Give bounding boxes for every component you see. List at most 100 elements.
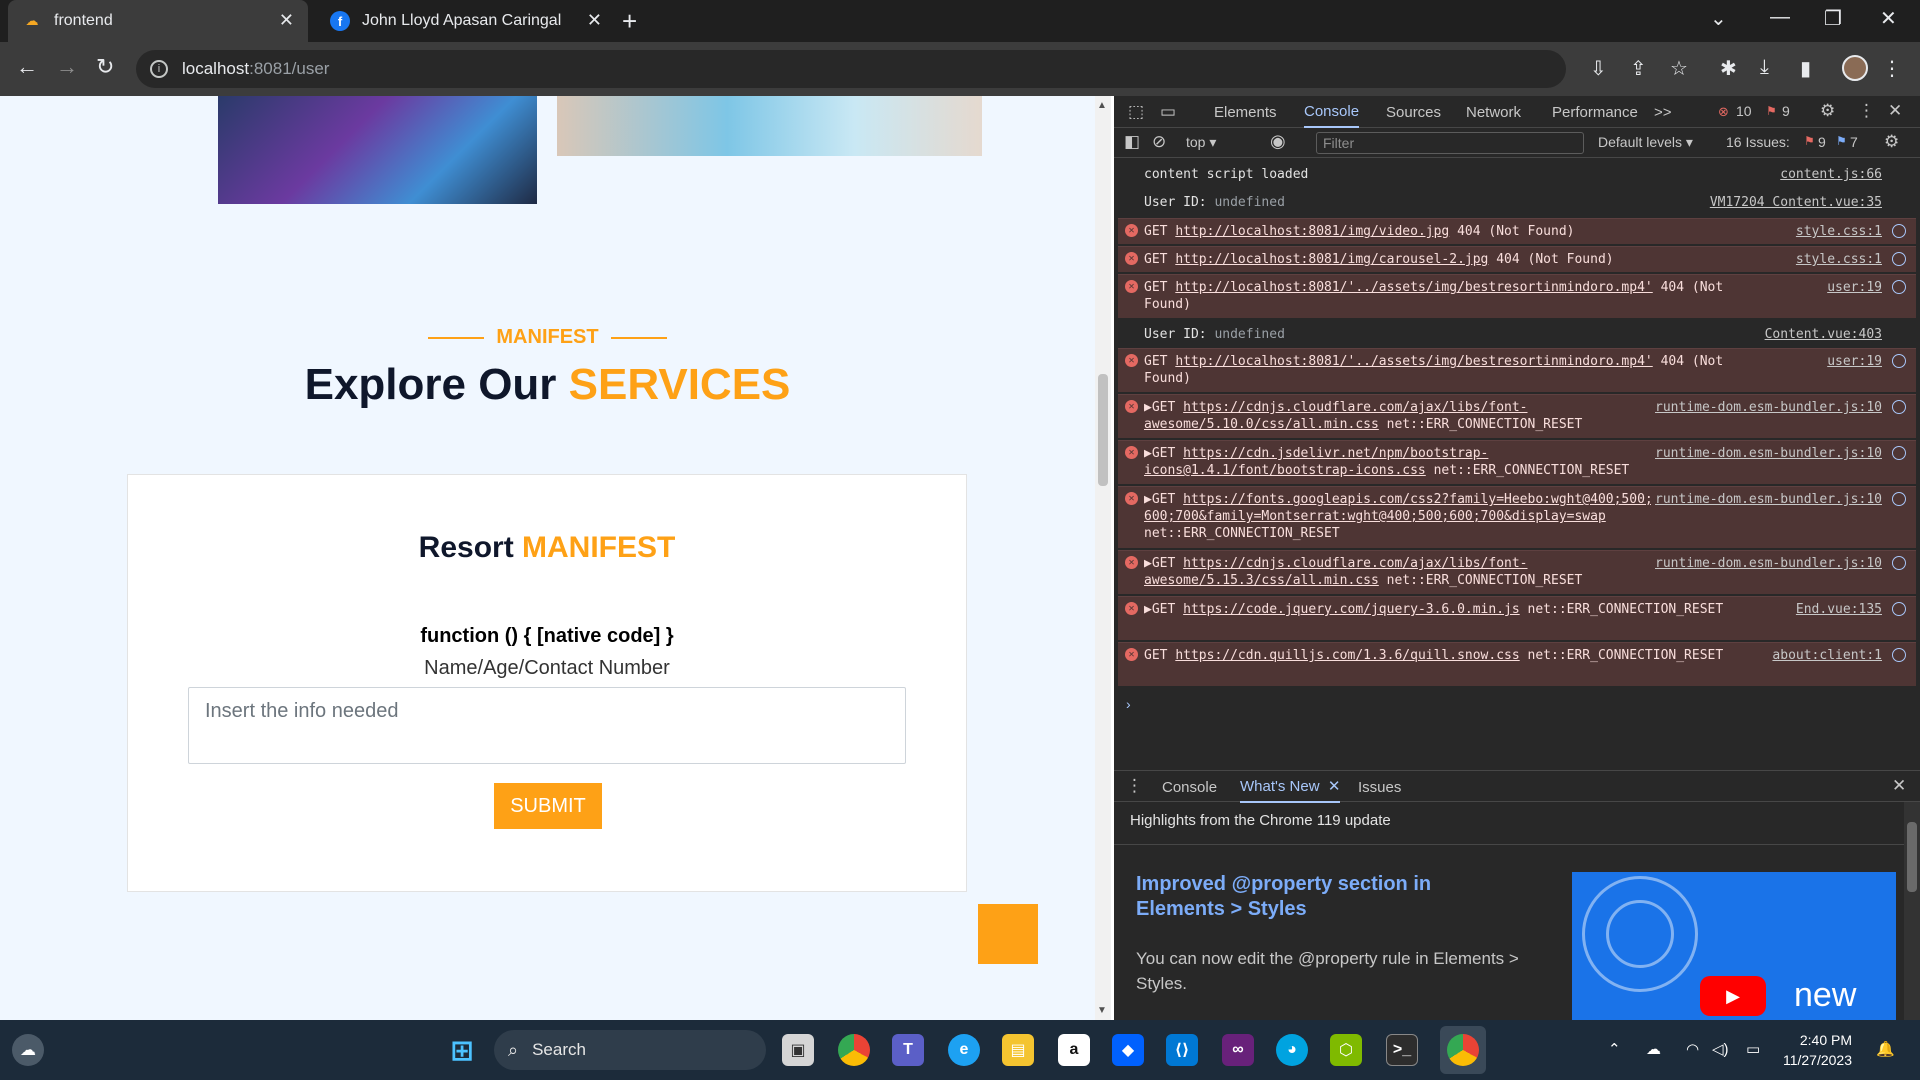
minimize-icon[interactable]: — <box>1770 6 1790 29</box>
extensions-puzzle-icon[interactable]: ✱ <box>1720 56 1737 81</box>
drawer-tab-issues[interactable]: Issues <box>1358 771 1401 803</box>
volume-icon[interactable]: ◁) <box>1712 1040 1729 1058</box>
node-icon[interactable]: ⬡ <box>1330 1034 1362 1066</box>
log-source-link[interactable]: Content.vue:403 <box>1761 326 1882 343</box>
log-source-link[interactable]: runtime-dom.esm-bundler.js:10 <box>1651 491 1882 508</box>
log-source-link[interactable]: runtime-dom.esm-bundler.js:10 <box>1651 445 1882 462</box>
whats-new-video-thumbnail[interactable]: ▶ new <box>1572 872 1896 1020</box>
terminal-icon[interactable]: >_ <box>1386 1034 1418 1066</box>
log-prefix[interactable]: ▶GET <box>1144 602 1175 617</box>
edge-icon[interactable]: e <box>948 1034 980 1066</box>
scroll-up-icon[interactable]: ▲ <box>1097 100 1107 111</box>
log-levels-select[interactable]: Default levels ▾ <box>1598 134 1693 151</box>
tab-sources[interactable]: Sources <box>1386 96 1441 128</box>
log-source-link[interactable]: about:client:1 <box>1768 647 1882 664</box>
forward-icon[interactable]: → <box>56 54 78 80</box>
issues-label[interactable]: 16 Issues: <box>1726 134 1790 150</box>
log-url-link[interactable]: https://fonts.googleapis.com/css2?family… <box>1144 492 1653 524</box>
file-explorer-icon[interactable]: ▤ <box>1002 1034 1034 1066</box>
feature-title-link[interactable]: Improved @property section in Elements >… <box>1136 872 1476 922</box>
error-count[interactable]: 10 <box>1736 103 1752 119</box>
console-settings-icon[interactable]: ⚙ <box>1884 132 1899 152</box>
close-tab-icon[interactable]: ✕ <box>279 10 294 31</box>
context-select[interactable]: top ▾ <box>1186 134 1216 151</box>
sidebar-toggle-icon[interactable]: ◧ <box>1124 132 1140 152</box>
issues-info-count[interactable]: 7 <box>1850 134 1858 150</box>
log-url-link[interactable]: http://localhost:8081/'../assets/img/bes… <box>1175 354 1652 369</box>
console-filter-input[interactable]: Filter <box>1316 132 1584 154</box>
visual-studio-icon[interactable]: ∞ <box>1222 1034 1254 1066</box>
drawer-menu-icon[interactable]: ⋮ <box>1126 776 1143 796</box>
log-url-link[interactable]: https://cdn.quilljs.com/1.3.6/quill.snow… <box>1175 648 1519 663</box>
taskbar-clock[interactable]: 2:40 PM 11/27/2023 <box>1783 1030 1852 1070</box>
chrome-active-icon[interactable] <box>1447 1034 1479 1066</box>
issues-error-count[interactable]: 9 <box>1818 134 1826 150</box>
mysql-icon[interactable]: ◕ <box>1276 1034 1308 1066</box>
tab-frontend[interactable]: ☁ frontend ✕ <box>8 0 308 42</box>
more-tabs-icon[interactable]: >> <box>1654 96 1672 128</box>
profile-avatar[interactable] <box>1842 55 1868 81</box>
taskbar-search[interactable]: ⌕ Search <box>494 1030 766 1070</box>
tab-facebook[interactable]: f John Lloyd Apasan Caringal ✕ <box>316 0 616 42</box>
inspect-element-icon[interactable]: ⬚ <box>1128 102 1144 122</box>
tab-network[interactable]: Network <box>1466 96 1521 128</box>
side-panel-icon[interactable]: ▮ <box>1800 56 1811 81</box>
log-source-link[interactable]: style.css:1 <box>1791 251 1882 268</box>
downloads-icon[interactable]: ⤓ <box>1760 56 1769 79</box>
amazon-icon[interactable]: a <box>1058 1034 1090 1066</box>
clear-console-icon[interactable]: ⊘ <box>1152 132 1166 152</box>
task-view-icon[interactable]: ▣ <box>782 1034 814 1066</box>
log-source-link[interactable]: runtime-dom.esm-bundler.js:10 <box>1651 399 1882 416</box>
reload-icon[interactable]: ↻ <box>96 54 114 80</box>
info-textarea[interactable]: Insert the info needed <box>188 687 906 764</box>
share-icon[interactable]: ⇪ <box>1630 56 1647 81</box>
console-prompt-icon[interactable]: › <box>1126 696 1131 712</box>
scroll-down-icon[interactable]: ▼ <box>1097 1005 1107 1016</box>
tray-overflow-chevron-icon[interactable]: ⌃ <box>1608 1040 1621 1058</box>
tab-console[interactable]: Console <box>1304 96 1360 128</box>
log-source-link[interactable]: VM17204 Content.vue:35 <box>1706 194 1882 211</box>
log-url-link[interactable]: https://code.jquery.com/jquery-3.6.0.min… <box>1183 602 1520 617</box>
drawer-tab-whats-new[interactable]: What's New ✕ <box>1240 771 1341 803</box>
onedrive-icon[interactable]: ☁ <box>1646 1040 1661 1058</box>
close-drawer-icon[interactable]: ✕ <box>1892 776 1906 796</box>
windows-start-icon[interactable]: ⊞ <box>446 1034 478 1066</box>
page-scrollbar[interactable]: ▲ ▼ <box>1095 96 1111 1020</box>
close-whats-new-icon[interactable]: ✕ <box>1328 777 1341 795</box>
log-prefix[interactable]: ▶GET <box>1144 400 1175 415</box>
log-url-link[interactable]: http://localhost:8081/'../assets/img/bes… <box>1175 280 1652 295</box>
log-prefix[interactable]: ▶GET <box>1144 492 1175 507</box>
teams-icon[interactable]: T <box>892 1034 924 1066</box>
site-info-icon[interactable]: i <box>150 60 168 78</box>
youtube-play-icon[interactable]: ▶ <box>1700 976 1766 1016</box>
tab-search-chevron-icon[interactable]: ⌄ <box>1710 6 1727 31</box>
log-source-link[interactable]: runtime-dom.esm-bundler.js:10 <box>1651 555 1882 572</box>
drawer-scrollbar[interactable] <box>1904 802 1920 1020</box>
chrome-icon[interactable] <box>838 1034 870 1066</box>
install-app-icon[interactable]: ⇩ <box>1590 56 1607 81</box>
back-to-top-button[interactable] <box>978 904 1038 964</box>
wifi-icon[interactable]: ◠ <box>1686 1040 1699 1058</box>
log-source-link[interactable]: End.vue:135 <box>1791 601 1882 618</box>
drawer-tab-console[interactable]: Console <box>1162 771 1217 803</box>
tab-elements[interactable]: Elements <box>1214 96 1277 128</box>
new-tab-icon[interactable]: + <box>622 6 637 37</box>
close-devtools-icon[interactable]: ✕ <box>1888 101 1902 121</box>
devtools-menu-icon[interactable]: ⋮ <box>1858 101 1875 121</box>
device-toolbar-icon[interactable]: ▭ <box>1160 102 1176 122</box>
log-source-link[interactable]: user:19 <box>1823 279 1882 296</box>
restore-icon[interactable]: ❐ <box>1824 6 1842 31</box>
notification-bell-icon[interactable]: 🔔 <box>1876 1040 1895 1058</box>
address-bar[interactable]: i localhost:8081/user <box>136 50 1566 88</box>
log-url-link[interactable]: http://localhost:8081/img/carousel-2.jpg <box>1175 252 1488 267</box>
log-source-link[interactable]: content.js:66 <box>1776 166 1882 183</box>
back-icon[interactable]: ← <box>16 54 38 80</box>
menu-kebab-icon[interactable]: ⋮ <box>1882 56 1902 81</box>
vscode-icon[interactable]: ⟨⟩ <box>1166 1034 1198 1066</box>
log-source-link[interactable]: style.css:1 <box>1791 223 1882 240</box>
settings-gear-icon[interactable]: ⚙ <box>1820 101 1835 121</box>
dropbox-icon[interactable]: ◆ <box>1112 1034 1144 1066</box>
bookmark-star-icon[interactable]: ☆ <box>1670 56 1688 81</box>
log-prefix[interactable]: ▶GET <box>1144 556 1175 571</box>
tab-performance[interactable]: Performance <box>1552 96 1638 128</box>
